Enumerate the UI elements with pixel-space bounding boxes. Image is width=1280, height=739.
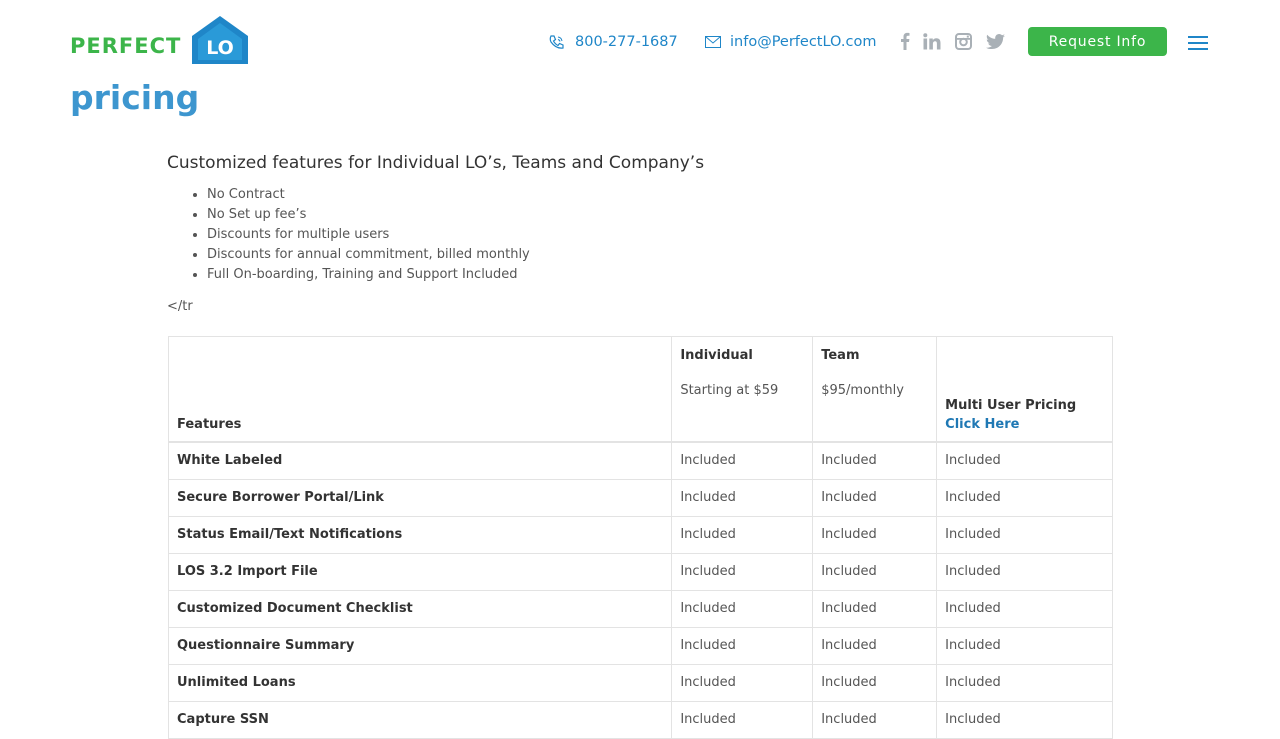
table-row: Capture SSN Included Included Included <box>167 701 1113 739</box>
table-row: LOS 3.2 Import File Included Included In… <box>167 553 1113 591</box>
feature-name: Secure Borrower Portal/Link <box>167 479 673 517</box>
multi-user-pricing-link[interactable]: Click Here <box>945 417 1104 432</box>
table-row: Questionnaire Summary Included Included … <box>167 627 1113 665</box>
individual-cell: Included <box>671 441 814 480</box>
features-header-label: Features <box>177 417 242 432</box>
logo-wordmark: PERFECT <box>70 34 182 58</box>
multi-user-cell: Included <box>936 590 1113 628</box>
perfectlo-logo[interactable]: PERFECT LO <box>70 16 250 64</box>
multi-user-cell: Included <box>936 441 1113 480</box>
individual-cell: Included <box>671 701 814 739</box>
individual-plan-price: Starting at $59 <box>680 383 779 398</box>
multi-user-plan-name: Multi User Pricing <box>945 398 1077 413</box>
list-item: No Contract <box>207 185 530 205</box>
feature-name: Questionnaire Summary <box>167 627 673 665</box>
team-plan-header: Team $95/monthly <box>812 336 938 443</box>
multi-user-cell: Included <box>936 664 1113 702</box>
table-row: Status Email/Text Notifications Included… <box>167 516 1113 554</box>
team-cell: Included <box>812 479 938 517</box>
instagram-icon[interactable] <box>953 30 973 52</box>
feature-name: White Labeled <box>167 441 673 480</box>
linkedin-icon[interactable] <box>922 30 942 52</box>
twitter-icon[interactable] <box>985 30 1005 52</box>
phone-icon <box>549 35 564 49</box>
features-column-header: Features <box>167 336 673 443</box>
house-logo-icon: LO <box>192 16 248 64</box>
table-header-row: Features Individual Starting at $59 Team… <box>167 336 1113 443</box>
list-item: Full On-boarding, Training and Support I… <box>207 265 530 285</box>
feature-name: Capture SSN <box>167 701 673 739</box>
request-info-button[interactable]: Request Info <box>1028 27 1167 56</box>
multi-user-cell: Included <box>936 516 1113 554</box>
team-cell: Included <box>812 553 938 591</box>
table-row: White Labeled Included Included Included <box>167 441 1113 480</box>
list-item: Discounts for annual commitment, billed … <box>207 245 530 265</box>
individual-cell: Included <box>671 590 814 628</box>
multi-user-cell: Included <box>936 479 1113 517</box>
team-cell: Included <box>812 441 938 480</box>
hamburger-menu-icon[interactable] <box>1188 36 1208 50</box>
list-item: No Set up fee’s <box>207 205 530 225</box>
pricing-subtitle: Customized features for Individual LO’s,… <box>167 153 705 173</box>
facebook-icon[interactable] <box>895 30 915 52</box>
email-link[interactable]: info@PerfectLO.com <box>705 34 876 50</box>
logo-mark-text: LO <box>206 37 234 59</box>
individual-plan-name: Individual <box>680 348 753 363</box>
team-cell: Included <box>812 701 938 739</box>
multi-user-plan-header: Multi User Pricing Click Here <box>936 336 1113 443</box>
multi-user-cell: Included <box>936 627 1113 665</box>
phone-link[interactable]: 800-277-1687 <box>548 34 678 50</box>
pricing-table: Features Individual Starting at $59 Team… <box>167 336 1113 739</box>
table-row: Secure Borrower Portal/Link Included Inc… <box>167 479 1113 517</box>
stray-markup-text: </tr <box>167 299 193 314</box>
team-cell: Included <box>812 590 938 628</box>
multi-user-cell: Included <box>936 553 1113 591</box>
individual-cell: Included <box>671 479 814 517</box>
individual-plan-header: Individual Starting at $59 <box>671 336 814 443</box>
multi-user-cell: Included <box>936 701 1113 739</box>
individual-cell: Included <box>671 553 814 591</box>
email-address: info@PerfectLO.com <box>730 34 877 50</box>
team-cell: Included <box>812 516 938 554</box>
team-cell: Included <box>812 664 938 702</box>
individual-cell: Included <box>671 627 814 665</box>
envelope-icon <box>705 36 721 48</box>
page-title: pricing <box>70 78 200 117</box>
feature-name: LOS 3.2 Import File <box>167 553 673 591</box>
table-row: Customized Document Checklist Included I… <box>167 590 1113 628</box>
feature-name: Unlimited Loans <box>167 664 673 702</box>
feature-name: Customized Document Checklist <box>167 590 673 628</box>
list-item: Discounts for multiple users <box>207 225 530 245</box>
feature-name: Status Email/Text Notifications <box>167 516 673 554</box>
team-cell: Included <box>812 627 938 665</box>
individual-cell: Included <box>671 516 814 554</box>
table-row: Unlimited Loans Included Included Includ… <box>167 664 1113 702</box>
team-plan-name: Team <box>821 348 860 363</box>
benefits-list: No Contract No Set up fee’s Discounts fo… <box>167 185 530 285</box>
phone-number: 800-277-1687 <box>575 34 678 50</box>
team-plan-price: $95/monthly <box>821 383 904 398</box>
individual-cell: Included <box>671 664 814 702</box>
